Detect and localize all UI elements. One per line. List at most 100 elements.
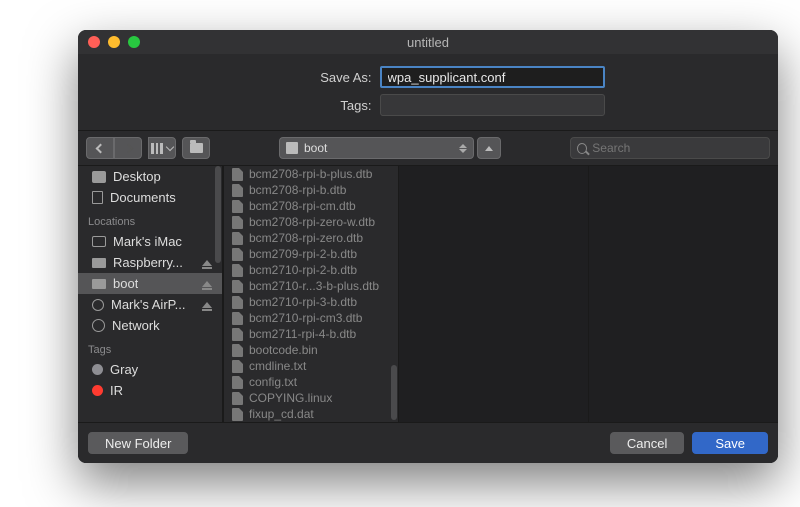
file-item[interactable]: bcm2710-r...3-b-plus.dtb (224, 278, 398, 294)
nav-group (86, 137, 142, 159)
file-icon (232, 408, 243, 421)
file-item[interactable]: bcm2708-rpi-b.dtb (224, 182, 398, 198)
file-item[interactable]: bootcode.bin (224, 342, 398, 358)
column-browser: Desktop Documents Locations Mark's iMac Ra… (78, 166, 778, 423)
sidebar-item-mark-s-airp-[interactable]: Mark's AirP... (78, 294, 222, 315)
save-sheet: Save As: Tags: (78, 54, 778, 463)
forward-button[interactable] (114, 137, 142, 159)
file-item[interactable]: config.txt (224, 374, 398, 390)
sidebar-item-label: Mark's AirP... (111, 297, 185, 312)
file-item[interactable]: bcm2708-rpi-zero-w.dtb (224, 214, 398, 230)
tag-dot-icon (92, 385, 103, 396)
save-button[interactable]: Save (692, 432, 768, 454)
imac-icon (92, 236, 106, 247)
save-dialog-window: untitled Save As: Tags: (78, 30, 778, 463)
sidebar-item-boot[interactable]: boot (78, 273, 222, 294)
file-name: fixup_cd.dat (249, 407, 314, 421)
file-name: cmdline.txt (249, 359, 306, 373)
sidebar-item-label: Network (112, 318, 160, 333)
sidebar-item-desktop[interactable]: Desktop (78, 166, 222, 187)
file-name: bcm2708-rpi-cm.dtb (249, 199, 356, 213)
file-name: bcm2710-rpi-3-b.dtb (249, 295, 357, 309)
file-icon (232, 232, 243, 245)
chevron-down-icon (166, 142, 174, 150)
sidebar-item-label: Mark's iMac (113, 234, 182, 249)
view-mode-button[interactable] (148, 137, 176, 159)
eject-icon[interactable] (202, 281, 212, 287)
caret-up-icon (485, 146, 493, 151)
file-item[interactable]: fixup_cd.dat (224, 406, 398, 422)
save-as-input[interactable] (380, 66, 605, 88)
browser-toolbar: boot (78, 130, 778, 166)
sidebar-item-documents[interactable]: Documents (78, 187, 222, 208)
sidebar-tag-ir[interactable]: IR (78, 380, 222, 401)
dialog-footer: New Folder Cancel Save (78, 423, 778, 463)
file-icon (232, 344, 243, 357)
file-item[interactable]: bcm2711-rpi-4-b.dtb (224, 326, 398, 342)
new-folder-button[interactable]: New Folder (88, 432, 188, 454)
search-field[interactable] (570, 137, 770, 159)
window-title: untitled (78, 35, 778, 50)
file-item[interactable]: bcm2708-rpi-b-plus.dtb (224, 166, 398, 182)
sidebar-item-raspberry-[interactable]: Raspberry... (78, 252, 222, 273)
file-column-3 (588, 166, 778, 422)
sidebar-item-mark-s-imac[interactable]: Mark's iMac (78, 231, 222, 252)
file-item[interactable]: bcm2708-rpi-zero.dtb (224, 230, 398, 246)
file-name: bootcode.bin (249, 343, 318, 357)
file-name: bcm2708-rpi-b.dtb (249, 183, 346, 197)
file-icon (232, 248, 243, 261)
sidebar-tag-gray[interactable]: Gray (78, 359, 222, 380)
sidebar: Desktop Documents Locations Mark's iMac Ra… (78, 166, 223, 422)
search-icon (577, 143, 587, 154)
file-icon (232, 184, 243, 197)
folder-icon (190, 143, 203, 153)
tags-input[interactable] (380, 94, 605, 116)
cancel-button[interactable]: Cancel (610, 432, 684, 454)
search-input[interactable] (592, 141, 763, 155)
sidebar-item-network[interactable]: Network (78, 315, 222, 336)
file-name: bcm2708-rpi-b-plus.dtb (249, 167, 372, 181)
location-name: boot (304, 141, 327, 155)
file-item[interactable]: bcm2709-rpi-2-b.dtb (224, 246, 398, 262)
eject-icon[interactable] (202, 302, 212, 308)
net-icon (92, 319, 105, 332)
file-name: bcm2711-rpi-4-b.dtb (249, 327, 356, 341)
form-area: Save As: Tags: (78, 54, 778, 130)
stepper-icon (459, 144, 467, 153)
columns-icon (151, 143, 163, 154)
file-item[interactable]: bcm2708-rpi-cm.dtb (224, 198, 398, 214)
sidebar-heading-tags: Tags (78, 336, 222, 359)
view-group (148, 137, 176, 159)
file-icon (232, 328, 243, 341)
file-item[interactable]: COPYING.linux (224, 390, 398, 406)
eject-icon[interactable] (202, 260, 212, 266)
file-icon (232, 296, 243, 309)
file-item[interactable]: bcm2710-rpi-3-b.dtb (224, 294, 398, 310)
volume-icon (286, 142, 298, 154)
file-item[interactable]: bcm2710-rpi-2-b.dtb (224, 262, 398, 278)
sidebar-scrollbar[interactable] (215, 166, 221, 263)
sidebar-item-label: Gray (110, 362, 138, 377)
disk-icon (92, 258, 106, 268)
save-as-label: Save As: (252, 70, 372, 85)
grouping-button[interactable] (182, 137, 210, 159)
file-icon (232, 280, 243, 293)
column-scrollbar[interactable] (391, 365, 397, 420)
file-name: bcm2710-rpi-cm3.dtb (249, 311, 362, 325)
file-item[interactable]: bcm2710-rpi-cm3.dtb (224, 310, 398, 326)
file-icon (232, 200, 243, 213)
desktop-icon (92, 171, 106, 183)
sidebar-item-label: Documents (110, 190, 176, 205)
sidebar-heading-locations: Locations (78, 208, 222, 231)
file-name: bcm2709-rpi-2-b.dtb (249, 247, 357, 261)
sidebar-item-label: IR (110, 383, 123, 398)
file-name: bcm2708-rpi-zero.dtb (249, 231, 363, 245)
location-popup[interactable]: boot (279, 137, 474, 159)
back-button[interactable] (86, 137, 114, 159)
tag-dot-icon (92, 364, 103, 375)
collapse-button[interactable] (477, 137, 501, 159)
file-icon (232, 216, 243, 229)
sidebar-item-label: Raspberry... (113, 255, 183, 270)
file-item[interactable]: cmdline.txt (224, 358, 398, 374)
chevron-right-icon (123, 143, 133, 153)
